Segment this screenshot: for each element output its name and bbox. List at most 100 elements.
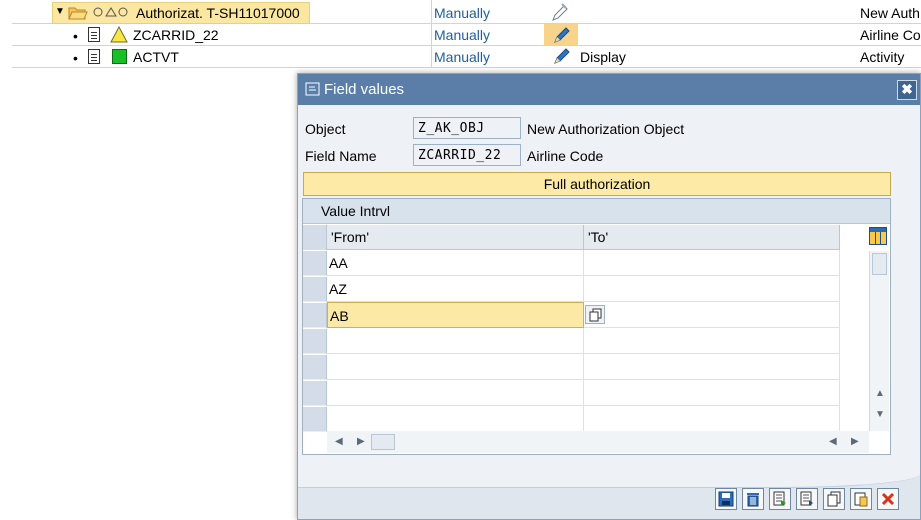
to-cell[interactable] <box>584 250 840 276</box>
node-label: ZCARRID_22 <box>133 27 219 43</box>
to-cell[interactable] <box>584 380 840 406</box>
row-selector[interactable] <box>303 381 327 406</box>
save-button[interactable] <box>715 488 737 510</box>
bullet-icon: • <box>73 50 78 66</box>
edit-pencil-icon[interactable] <box>551 46 571 66</box>
delete-row-icon <box>800 491 813 506</box>
object-field: Z_AK_OBJ <box>413 117 521 139</box>
vertical-scroll-thumb[interactable] <box>872 253 887 275</box>
scroll-left-end-icon[interactable]: ◀ <box>829 436 837 447</box>
from-cell[interactable] <box>327 354 584 380</box>
object-description: New Auth <box>860 5 920 21</box>
dialog-titlebar[interactable]: Field values ✖ <box>298 74 920 105</box>
horizontal-scroll-thumb[interactable] <box>371 434 395 450</box>
paste-icon <box>854 492 868 507</box>
object-label: Object <box>305 121 346 137</box>
object-field-value: Z_AK_OBJ <box>418 121 485 136</box>
document-icon <box>88 49 100 64</box>
close-icon: ✖ <box>901 81 913 97</box>
node-label: ACTVT <box>133 49 179 65</box>
scroll-left-icon[interactable]: ◀ <box>335 436 343 447</box>
maintenance-status: Manually <box>434 27 491 43</box>
scroll-right-icon[interactable]: ▶ <box>357 436 365 447</box>
authorization-status-icon <box>93 7 128 17</box>
cancel-x-icon <box>881 492 895 506</box>
field-name-value: ZCARRID_22 <box>418 148 502 163</box>
close-button[interactable]: ✖ <box>897 80 917 100</box>
tree-row-authorization[interactable]: ▼ Authorizat. T-SH11017000 Manually New … <box>0 2 921 24</box>
tree-row-activity[interactable]: • ACTVT Manually Display Activity <box>0 46 921 68</box>
object-description: New Authorization Object <box>527 121 685 137</box>
to-cell[interactable] <box>584 302 840 328</box>
scroll-up-icon[interactable]: ▲ <box>875 388 885 399</box>
green-status-icon <box>112 49 127 64</box>
scroll-right-end-icon[interactable]: ▶ <box>851 436 859 447</box>
from-cell[interactable]: AZ <box>327 276 584 302</box>
to-cell[interactable] <box>584 328 840 354</box>
row-selector[interactable] <box>303 407 327 432</box>
from-cell[interactable] <box>327 406 584 432</box>
value-interval-table: Value Intrvl 'From' 'To' AA AZ AB ▲ ▼ ◀ … <box>302 198 891 455</box>
activity-value-text: Display <box>580 49 626 65</box>
from-cell-active[interactable]: AB <box>327 302 584 328</box>
cancel-button[interactable] <box>877 488 899 510</box>
from-cell[interactable] <box>327 328 584 354</box>
warning-triangle-icon <box>110 26 128 43</box>
column-header-to[interactable]: 'To' <box>584 225 840 250</box>
column-header-from[interactable]: 'From' <box>327 225 584 250</box>
folder-open-icon <box>68 7 88 20</box>
to-cell[interactable] <box>584 276 840 302</box>
from-value: AA <box>329 255 348 271</box>
maintenance-status: Manually <box>434 5 491 21</box>
to-cell[interactable] <box>584 406 840 432</box>
row-selector[interactable] <box>303 329 327 354</box>
document-icon <box>88 27 100 42</box>
copy-button[interactable] <box>823 488 845 510</box>
vertical-scrollbar[interactable]: ▲ ▼ <box>869 251 889 431</box>
edit-pencil-icon <box>554 27 570 43</box>
tree-row-field[interactable]: • ZCARRID_22 Manually Airline Coc <box>0 24 921 46</box>
copy-icon <box>827 491 841 507</box>
from-cell[interactable]: AA <box>327 250 584 276</box>
row-selector[interactable] <box>303 355 327 380</box>
scroll-down-icon[interactable]: ▼ <box>875 409 885 420</box>
node-label: Authorizat. T-SH11017000 <box>136 5 300 21</box>
column-header-to-label: 'To' <box>588 229 609 245</box>
paste-button[interactable] <box>850 488 872 510</box>
field-description: Airline Coc <box>860 27 921 43</box>
multiple-selection-button[interactable] <box>585 305 605 324</box>
row-selector[interactable] <box>303 303 327 328</box>
maintenance-status: Manually <box>434 49 491 65</box>
copy-values-icon <box>589 308 602 322</box>
table-title-bar: Value Intrvl <box>303 199 890 224</box>
from-value: AB <box>330 308 349 324</box>
row-selector[interactable] <box>303 251 327 276</box>
table-settings-icon[interactable] <box>869 227 887 245</box>
field-values-dialog: Field values ✖ Object Z_AK_OBJ New Autho… <box>297 73 921 520</box>
field-description: Airline Code <box>527 148 604 164</box>
column-header-from-label: 'From' <box>331 229 370 245</box>
horizontal-scrollbar[interactable]: ◀ ▶ ◀ ▶ <box>327 431 869 453</box>
bullet-icon: • <box>73 28 78 44</box>
field-name-field: ZCARRID_22 <box>413 144 521 166</box>
table-title: Value Intrvl <box>321 203 390 219</box>
dialog-title: Field values <box>324 81 405 98</box>
footer-curve <box>298 474 920 488</box>
delete-button[interactable] <box>742 488 764 510</box>
edit-pencil-icon[interactable] <box>549 2 569 22</box>
activity-description: Activity <box>860 49 905 65</box>
from-value: AZ <box>329 281 347 297</box>
full-authorization-button[interactable]: Full authorization <box>303 172 891 196</box>
row-selector[interactable] <box>303 277 327 302</box>
expand-arrow-icon[interactable]: ▼ <box>55 6 65 17</box>
trash-icon <box>747 493 759 507</box>
edit-pencil-button[interactable] <box>544 24 578 45</box>
insert-row-button[interactable] <box>769 488 791 510</box>
from-cell[interactable] <box>327 380 584 406</box>
to-cell[interactable] <box>584 354 840 380</box>
save-icon <box>718 491 734 507</box>
delete-row-button[interactable] <box>796 488 818 510</box>
field-name-label: Field Name <box>305 148 377 164</box>
select-all-cell[interactable] <box>303 225 327 250</box>
dialog-window-icon <box>305 82 320 96</box>
